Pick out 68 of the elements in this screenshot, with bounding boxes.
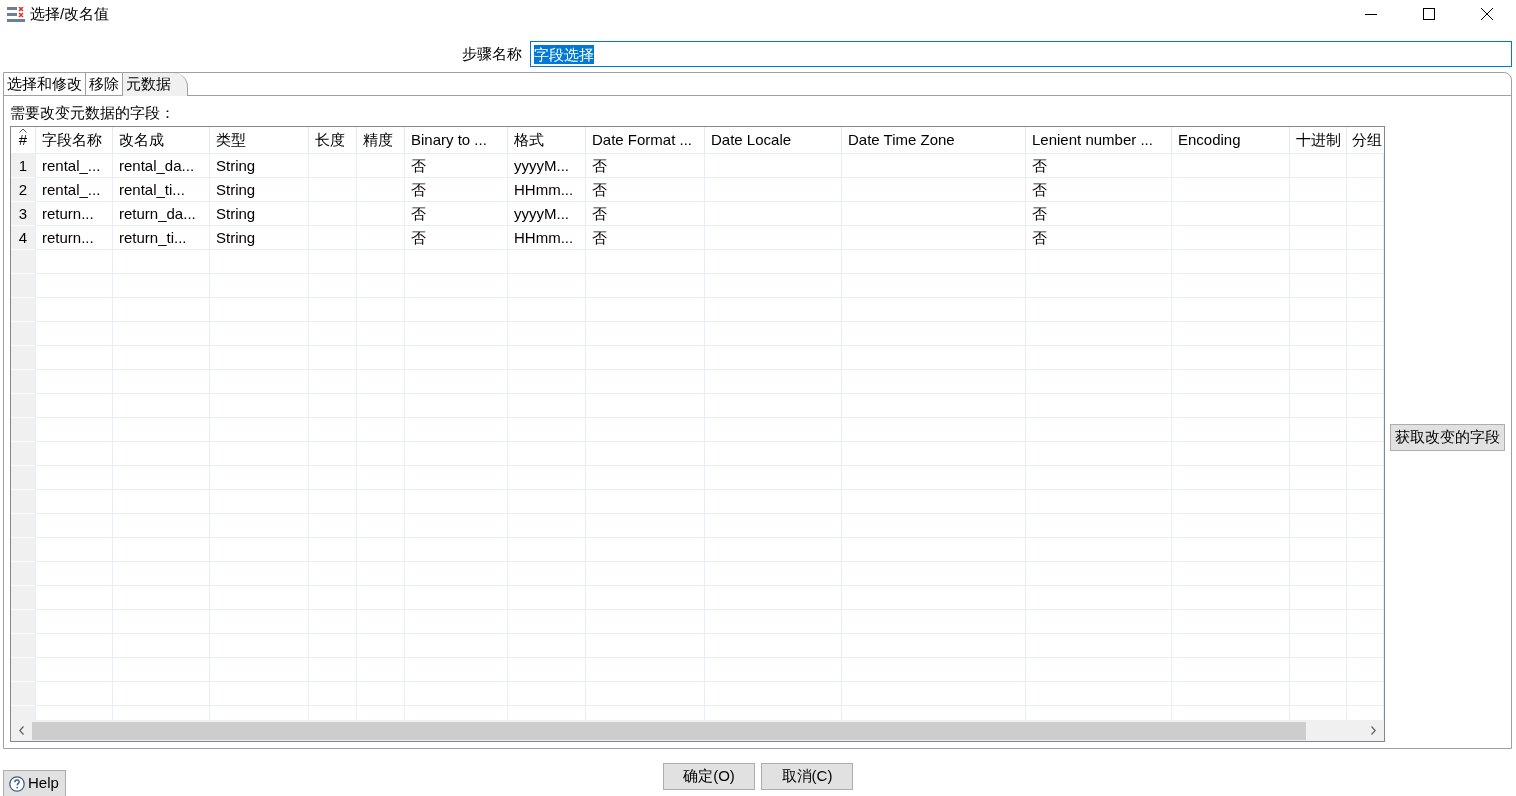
table-cell: 否 [1026,202,1172,225]
column-header[interactable]: Date Format ... [586,127,705,153]
table-cell: 否 [405,226,508,249]
sort-caret-icon [19,128,27,133]
tab[interactable]: 移除 [86,73,123,96]
window-title: 选择/改名值 [30,3,110,24]
table-cell: rental_da... [113,154,210,177]
table-cell: String [210,154,309,177]
table-cell: yyyyM... [508,154,586,177]
minimize-icon [1365,13,1377,15]
table-cell: 否 [586,202,705,225]
help-icon [9,775,25,792]
table-cell: HHmm... [508,226,586,249]
table-cell: 否 [1026,154,1172,177]
chevron-right-icon[interactable] [1370,726,1376,735]
horizontal-scrollbar[interactable] [11,720,1384,741]
table-cell: yyyyM... [508,202,586,225]
table-cell: 否 [586,154,705,177]
column-header[interactable]: 长度 [309,127,357,153]
column-header[interactable]: Lenient number ... [1026,127,1172,153]
scrollbar-thumb[interactable] [32,721,1306,740]
fields-label: 需要改变元数据的字段： [10,104,175,121]
column-header[interactable]: 字段名称 [36,127,113,153]
help-button[interactable]: Help [3,770,66,796]
table-cell: return_da... [113,202,210,225]
step-name-label: 步骤名称 [462,43,522,64]
table-cell: return_ti... [113,226,210,249]
maximize-icon [1423,8,1435,20]
get-fields-button[interactable]: 获取改变的字段 [1390,424,1505,451]
table-cell: 否 [586,178,705,201]
row-number: 4 [11,226,35,250]
table-cell: 否 [405,202,508,225]
list-with-crosses-icon [7,6,25,22]
column-header[interactable]: 改名成 [113,127,210,153]
step-name-field[interactable]: 字段选择 [530,41,1512,67]
column-header[interactable]: 分组 [1347,127,1384,153]
table-cell: String [210,202,309,225]
table-cell: rental_... [36,178,113,201]
column-header[interactable]: 精度 [357,127,405,153]
table-cell: HHmm... [508,178,586,201]
close-icon [1481,8,1493,20]
table-cell: rental_ti... [113,178,210,201]
table-cell: 否 [1026,226,1172,249]
table-cell: 否 [405,178,508,201]
table-cell: rental_... [36,154,113,177]
column-header[interactable]: 格式 [508,127,586,153]
table-cell: 否 [1026,178,1172,201]
column-header[interactable]: 类型 [210,127,309,153]
column-header[interactable]: Encoding [1172,127,1290,153]
dialog-button[interactable]: 取消(C) [761,763,853,790]
table-cell: return... [36,202,113,225]
table-cell: String [210,178,309,201]
dialog-button[interactable]: 确定(O) [663,763,755,790]
tab[interactable]: 选择和修改 [4,73,86,96]
column-header[interactable]: Binary to ... [405,127,508,153]
column-header[interactable]: Date Locale [705,127,842,153]
row-number: 2 [11,178,35,202]
table-cell: 否 [405,154,508,177]
table-cell: 否 [586,226,705,249]
chevron-left-icon[interactable] [19,726,24,735]
tab[interactable]: 元数据 [123,73,188,96]
column-header[interactable]: Date Time Zone [842,127,1026,153]
column-header[interactable]: # [11,127,36,153]
row-number: 1 [11,154,35,178]
column-header[interactable]: 十进制 [1290,127,1347,153]
table-cell: return... [36,226,113,249]
table-cell: String [210,226,309,249]
row-number: 3 [11,202,35,226]
